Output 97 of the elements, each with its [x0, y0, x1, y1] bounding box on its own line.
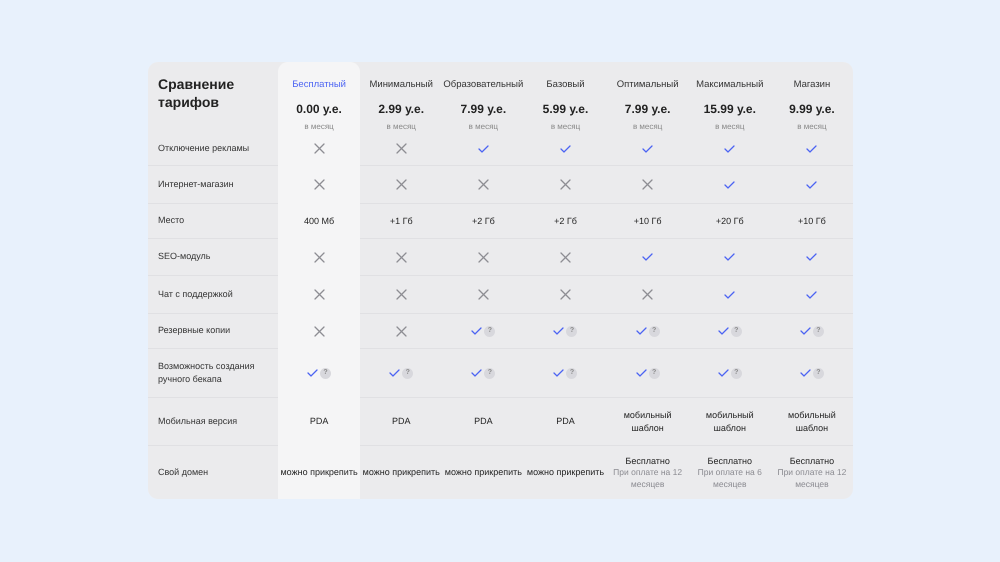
plan-name: Максимальный	[696, 78, 764, 92]
cell-value: мобильный шаблон	[622, 409, 673, 434]
cell-value: +10 Гб	[798, 214, 826, 228]
check-icon	[718, 369, 729, 377]
price-period: в месяц	[715, 121, 744, 134]
check-icon	[724, 290, 736, 298]
cross-icon	[314, 143, 325, 154]
feature-label: SEO-модуль	[158, 250, 210, 264]
cross-icon	[560, 289, 571, 300]
cell-value: +2 Гб	[554, 214, 577, 228]
table-title: Сравнение тарифов	[158, 75, 236, 111]
check-icon	[642, 144, 654, 152]
check-icon	[636, 369, 647, 377]
plan-name: Минимальный	[369, 78, 433, 92]
cell-value: +20 Гб	[716, 214, 744, 228]
cell-value: мобильный шаблон	[787, 409, 837, 434]
cell-value: PDA	[474, 415, 493, 428]
check-icon	[806, 290, 818, 298]
cell-value: можно прикрепить	[280, 466, 358, 479]
cell-value: +2 Гб	[472, 214, 495, 228]
cell-value: +1 Гб	[390, 214, 413, 228]
price-period: в месяц	[468, 121, 498, 134]
feature-label: Возможность создания ручного бекапа	[158, 360, 256, 386]
feature-label: Интернет-магазин	[158, 178, 234, 191]
check-icon	[478, 144, 489, 152]
check-icon	[724, 180, 736, 188]
feature-label: Свой домен	[158, 466, 208, 479]
check-icon	[800, 369, 811, 377]
cross-icon	[478, 252, 489, 262]
check-icon	[471, 369, 482, 377]
cross-icon	[396, 179, 407, 190]
cell-value: 400 Мб	[304, 214, 334, 228]
cell-value: мобильный шаблон	[704, 409, 755, 434]
plan-price: 7.99 у.е.	[624, 101, 670, 118]
cross-icon	[314, 289, 325, 300]
cross-icon	[396, 326, 407, 336]
cross-icon	[478, 289, 489, 300]
cell-note: При оплате на 6 месяцев	[696, 466, 763, 490]
plan-price: 2.99 у.е.	[378, 101, 424, 118]
plan-name: Базовый	[546, 78, 585, 92]
check-icon	[642, 253, 654, 261]
price-period: в месяц	[386, 121, 416, 134]
cross-icon	[314, 179, 325, 190]
cross-icon	[642, 179, 654, 190]
plan-name: Оптимальный	[616, 78, 679, 92]
cell-note: При оплате на 12 месяцев	[776, 466, 848, 490]
check-icon	[718, 327, 729, 335]
feature-label: Отключение рекламы	[158, 142, 250, 155]
check-icon	[389, 369, 400, 377]
cell-value: PDA	[556, 415, 575, 428]
cross-icon	[314, 252, 325, 262]
plan-name: Образовательный	[443, 78, 524, 92]
cross-icon	[560, 179, 571, 190]
cross-icon	[396, 289, 407, 300]
check-icon	[724, 253, 736, 261]
price-period: в месяц	[632, 121, 662, 134]
plan-price: 7.99 у.е.	[460, 101, 506, 118]
cross-icon	[314, 326, 325, 336]
cell-value: PDA	[392, 415, 410, 428]
cross-icon	[560, 252, 571, 262]
plan-price: 0.00 у.е.	[296, 101, 342, 118]
check-icon	[724, 144, 736, 152]
check-icon	[806, 144, 818, 152]
cross-icon	[396, 143, 407, 154]
plan-price: 5.99 у.е.	[542, 101, 588, 118]
cross-icon	[478, 179, 489, 190]
check-icon	[806, 180, 818, 188]
cell-note: При оплате на 12 месяцев	[612, 466, 684, 490]
cell-value: PDA	[310, 415, 328, 428]
feature-label: Резервные копии	[158, 324, 230, 338]
cross-icon	[396, 252, 407, 262]
cell-value: +10 Гб	[634, 214, 662, 228]
check-icon	[553, 369, 564, 377]
check-icon	[471, 327, 482, 335]
price-period: в месяц	[550, 121, 580, 134]
cross-icon	[642, 289, 654, 300]
price-period: в месяц	[797, 121, 827, 134]
plan-price: 9.99 у.е.	[789, 101, 835, 118]
check-icon	[806, 253, 818, 261]
check-icon	[553, 327, 564, 335]
cell-value: можно прикрепить	[444, 466, 522, 479]
feature-label: Место	[158, 214, 184, 228]
cell-value: Бесплатно	[625, 454, 670, 467]
check-icon	[800, 327, 811, 335]
price-period: в месяц	[304, 121, 334, 134]
plan-name: Магазин	[794, 78, 830, 92]
plan-name: Бесплатный	[292, 78, 346, 92]
plan-price: 15.99 у.е.	[704, 101, 756, 118]
check-icon	[636, 327, 647, 335]
cell-value: можно прикрепить	[526, 466, 604, 479]
feature-label: Чат с поддержкой	[158, 288, 233, 301]
cell-value: можно прикрепить	[362, 466, 440, 479]
cell-value: Бесплатно	[708, 454, 752, 467]
cell-value: Бесплатно	[790, 454, 834, 467]
feature-label: Мобильная версия	[158, 414, 238, 428]
check-icon	[307, 369, 318, 377]
check-icon	[560, 144, 571, 152]
